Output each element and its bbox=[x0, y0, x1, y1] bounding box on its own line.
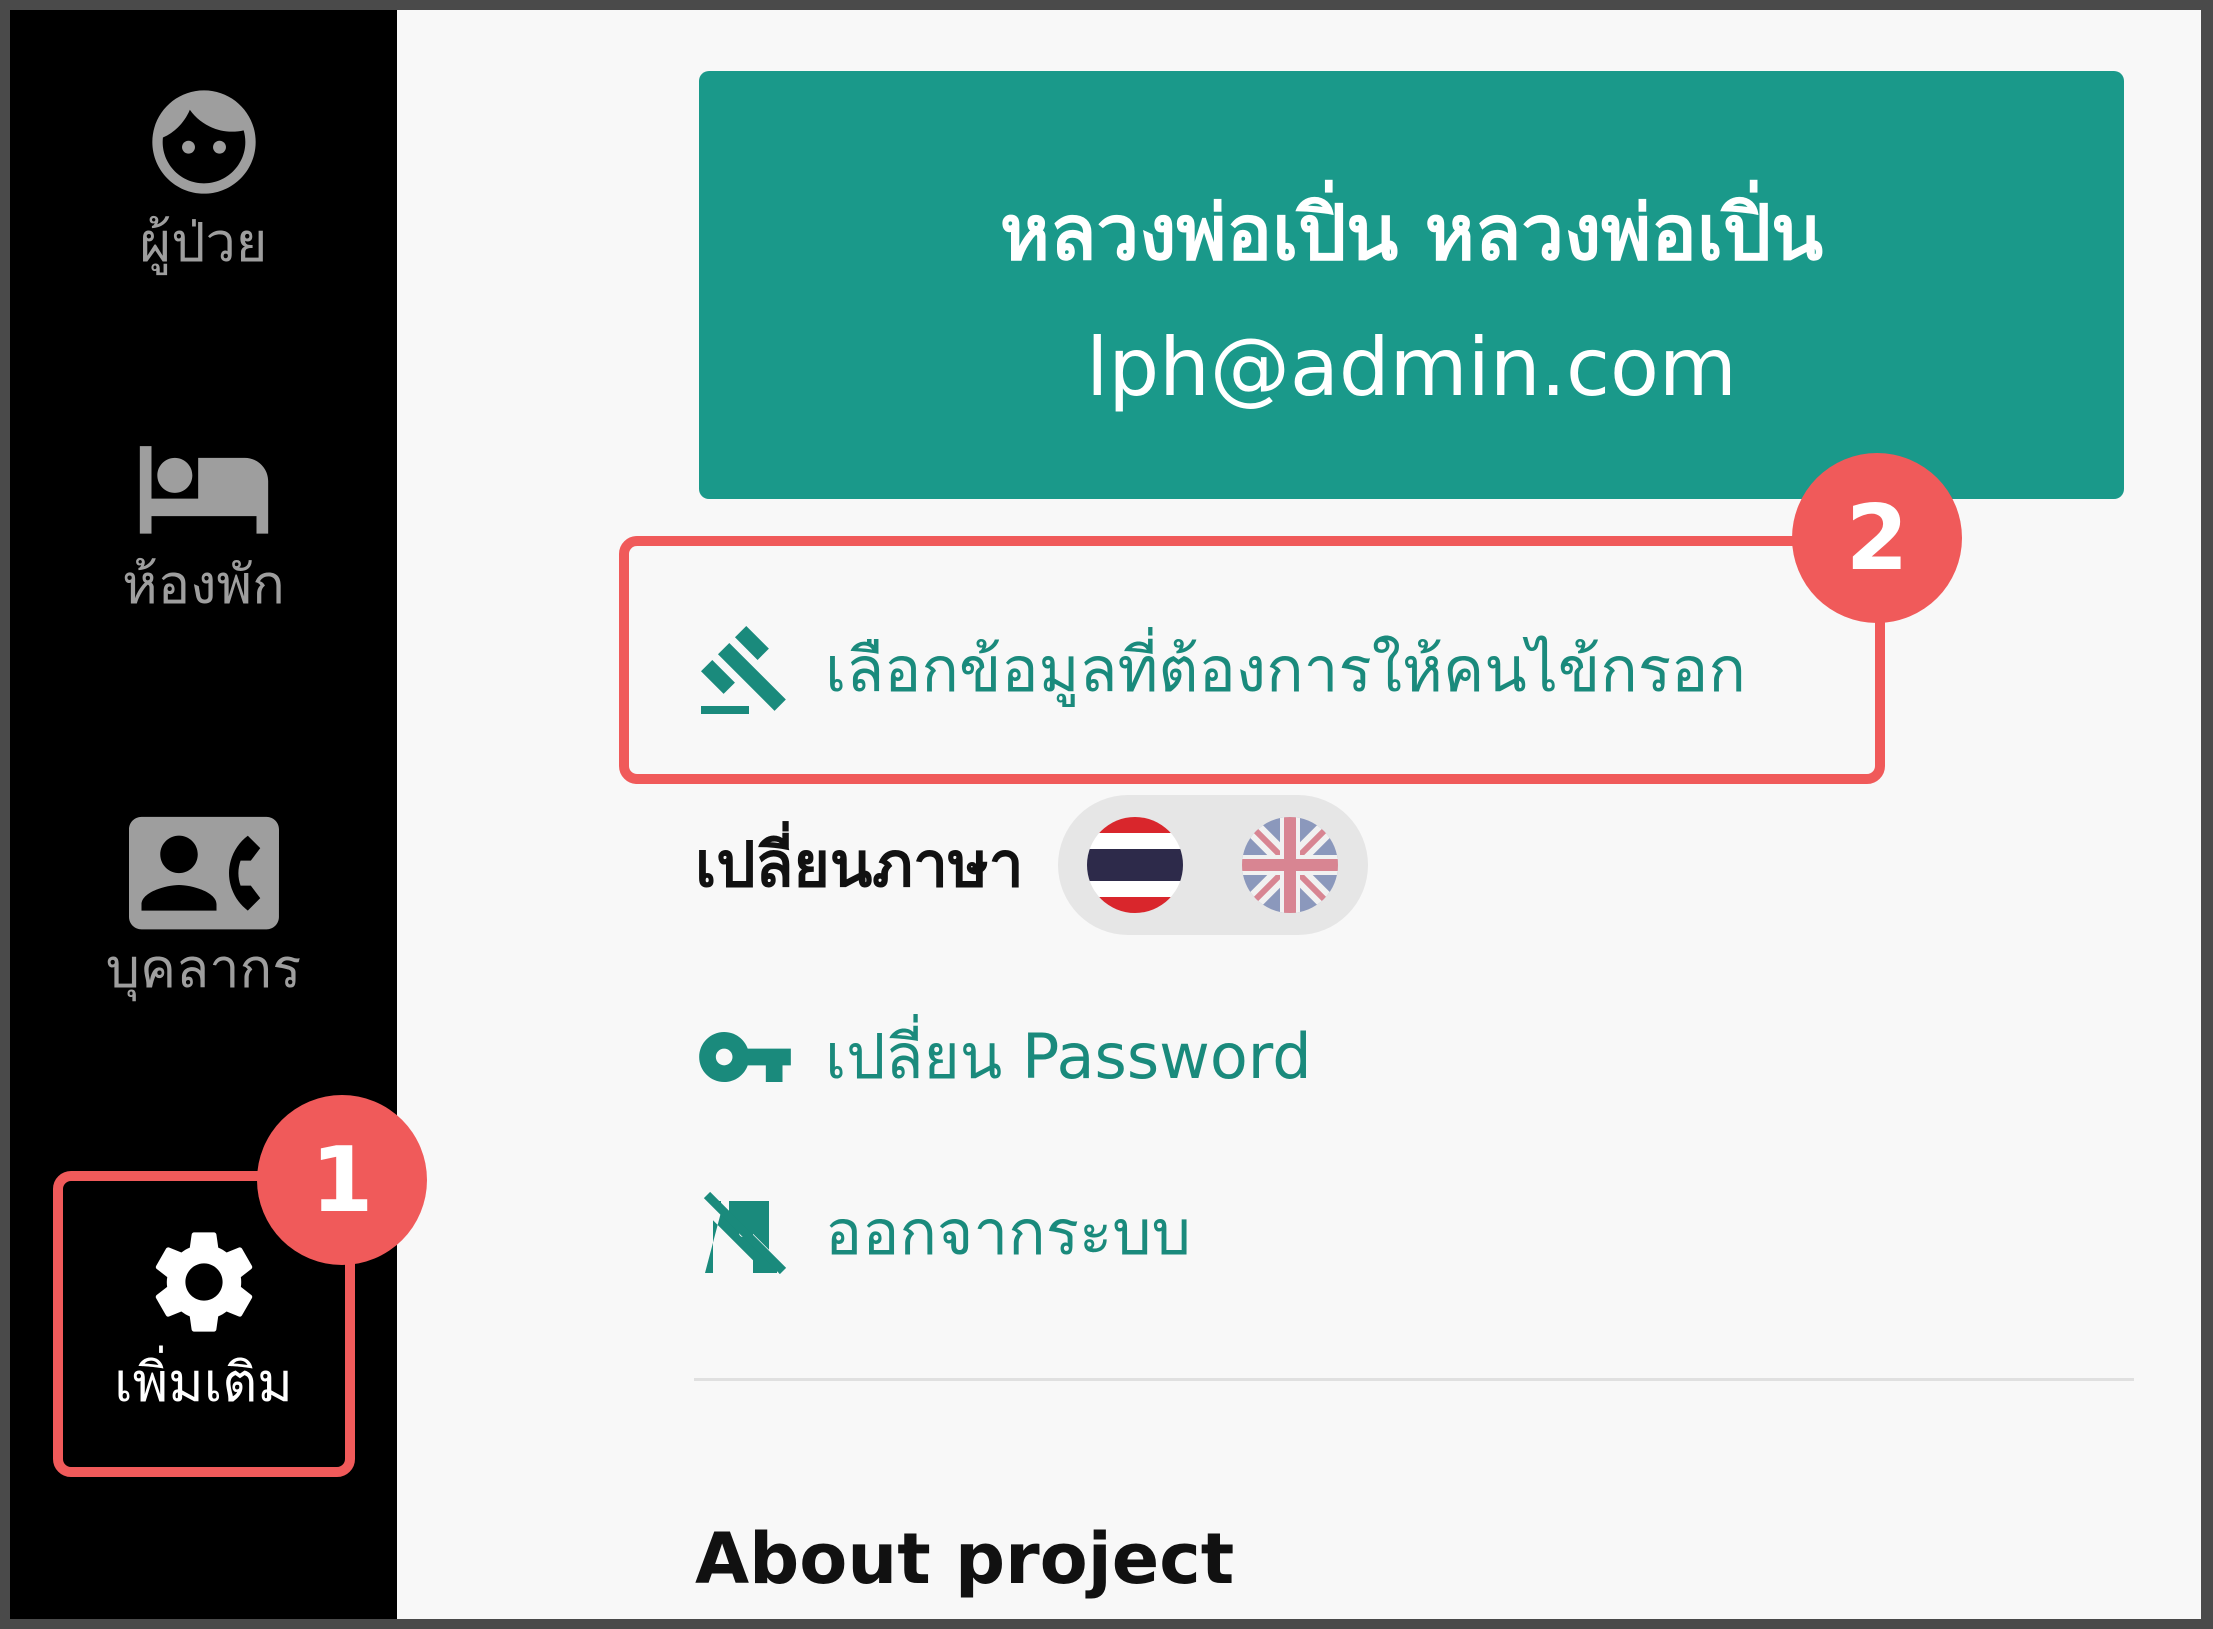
language-label: เปลี่ยนภาษา bbox=[695, 828, 1024, 901]
uk-flag-icon[interactable] bbox=[1242, 817, 1339, 913]
face-icon bbox=[151, 90, 256, 194]
sidebar-item-rooms[interactable]: ห้องพัก bbox=[10, 428, 397, 620]
logout-label: ออกจากระบบ bbox=[825, 1196, 1192, 1269]
annotation-badge-1: 1 bbox=[257, 1095, 427, 1265]
contact-phone-icon bbox=[128, 816, 279, 930]
change-password-menu-item[interactable]: เปลี่ยน Password bbox=[695, 1009, 1312, 1105]
profile-email: lph@admin.com bbox=[1086, 321, 1737, 414]
change-password-label: เปลี่ยน Password bbox=[825, 1020, 1312, 1093]
language-switcher-row: เปลี่ยนภาษา bbox=[695, 795, 1368, 935]
annotation-badge-2: 2 bbox=[1792, 453, 1962, 623]
logout-menu-item[interactable]: ออกจากระบบ bbox=[695, 1185, 1191, 1281]
sidebar-item-staff[interactable]: บุคลากร bbox=[10, 810, 397, 1004]
sidebar-item-label: ผู้ป่วย bbox=[139, 211, 268, 274]
divider bbox=[694, 1378, 2134, 1381]
thai-flag-icon[interactable] bbox=[1087, 817, 1184, 913]
sidebar-item-patients[interactable]: ผู้ป่วย bbox=[10, 80, 397, 278]
annotation-highlight-select-fields bbox=[619, 536, 1885, 784]
sidebar-item-label: ห้องพัก bbox=[122, 553, 285, 616]
about-project-heading: About project bbox=[695, 1518, 1235, 1600]
no-entry-door-icon bbox=[695, 1185, 795, 1281]
app-frame: ผู้ป่วย ห้องพัก บุคลากร เพิ่มเติม หลวงพ่… bbox=[10, 10, 2201, 1619]
settings-panel: หลวงพ่อเปิ่น หลวงพ่อเปิ่น lph@admin.com … bbox=[397, 10, 2201, 1619]
bed-icon bbox=[139, 446, 268, 534]
profile-card: หลวงพ่อเปิ่น หลวงพ่อเปิ่น lph@admin.com bbox=[699, 71, 2124, 499]
language-toggle[interactable] bbox=[1057, 795, 1368, 935]
sidebar-item-label: บุคลากร bbox=[105, 937, 302, 1000]
profile-name: หลวงพ่อเปิ่น หลวงพ่อเปิ่น bbox=[999, 188, 1824, 277]
key-icon bbox=[695, 1009, 795, 1105]
